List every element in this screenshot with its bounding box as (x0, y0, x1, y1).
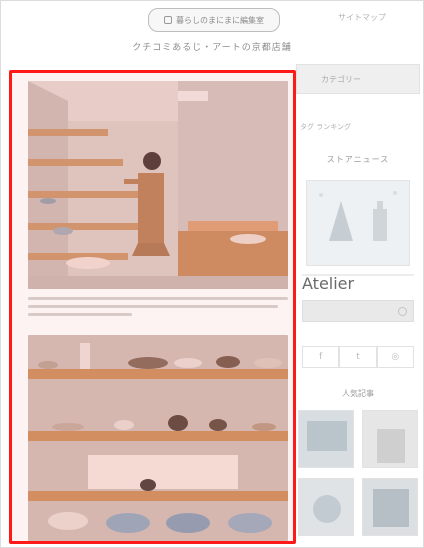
page-subtitle: クチコミあるじ・アートの京都店舗 (132, 43, 292, 53)
twitter-icon[interactable]: t (339, 346, 377, 368)
tag-ranking-link[interactable]: タグ ランキング (300, 122, 351, 132)
article-photo-gallery-woman (28, 81, 288, 289)
search-icon[interactable] (398, 306, 407, 316)
article-photo-ceramics-shelves (28, 335, 288, 541)
search-box[interactable] (302, 300, 414, 322)
site-title: 暮らしのまにまに編集室 (176, 15, 264, 25)
popular-article-thumbnail[interactable] (298, 410, 354, 468)
store-news-heading: ストアニュース (326, 155, 390, 164)
popular-articles-heading: 人気記事 (342, 389, 374, 398)
sidebar: カテゴリー タグ ランキング ストアニュース Atelier f t ◎ 人気記… (296, 60, 424, 548)
social-links: f t ◎ (302, 346, 414, 368)
banner-caption: Atelier (302, 274, 414, 293)
instagram-icon[interactable]: ◎ (376, 346, 414, 368)
site-title-badge[interactable]: 暮らしのまにまに編集室 (148, 8, 280, 32)
logo-icon (164, 16, 172, 24)
popular-article-thumbnail[interactable] (362, 478, 418, 536)
store-banner[interactable] (306, 180, 410, 266)
popular-articles-grid (296, 410, 420, 536)
sitemap-link[interactable]: サイトマップ (338, 12, 386, 23)
article-caption-text (28, 297, 288, 321)
category-tab[interactable]: カテゴリー (296, 64, 420, 94)
popular-article-thumbnail[interactable] (298, 478, 354, 536)
article-main-column (9, 70, 296, 544)
popular-article-thumbnail[interactable] (362, 410, 418, 468)
facebook-icon[interactable]: f (302, 346, 340, 368)
